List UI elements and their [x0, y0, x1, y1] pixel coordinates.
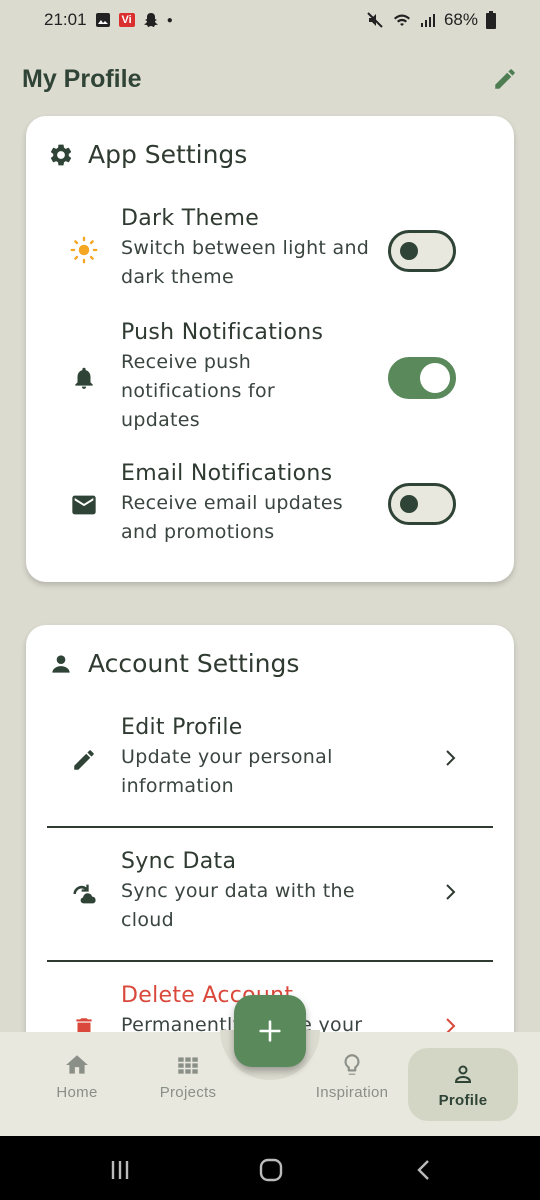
- status-left: 21:01 Vi ●: [44, 10, 173, 30]
- system-nav-bar: [0, 1136, 540, 1200]
- lightbulb-icon: [344, 1054, 360, 1075]
- signal-icon: [420, 12, 436, 28]
- nav-home-label: Home: [56, 1084, 98, 1101]
- status-right: 68%: [366, 10, 496, 30]
- nav-profile[interactable]: Profile: [408, 1048, 518, 1121]
- push-notifications-description: Receive push notifications for updates: [121, 351, 276, 431]
- person-outline-icon: [454, 1065, 472, 1083]
- email-notifications-description: Receive email updates and promotions: [121, 492, 344, 543]
- sync-data-title: Sync Data: [121, 849, 237, 874]
- divider: [47, 960, 493, 962]
- toggle-knob: [420, 363, 450, 393]
- nav-profile-label: Profile: [438, 1092, 488, 1109]
- grid-icon: [178, 1057, 198, 1074]
- person-icon: [48, 651, 74, 677]
- snapchat-icon: [143, 12, 159, 28]
- wifi-icon: [392, 12, 412, 28]
- bell-icon: [70, 364, 98, 392]
- setting-push-notifications: Push Notifications Receive push notifica…: [26, 318, 514, 438]
- email-notifications-toggle[interactable]: [388, 483, 456, 525]
- status-bar: 21:01 Vi ● 68%: [0, 0, 540, 40]
- dark-theme-toggle[interactable]: [388, 230, 456, 272]
- vi-app-icon: Vi: [118, 13, 135, 27]
- pencil-icon: [70, 746, 98, 774]
- app-settings-header: App Settings: [48, 140, 247, 169]
- sync-data-description: Sync your data with the cloud: [121, 880, 355, 931]
- push-notifications-text: Push Notifications Receive push notifica…: [121, 318, 351, 435]
- edit-profile-description: Update your personal information: [121, 746, 333, 797]
- account-item-edit-profile[interactable]: Edit Profile Update your personal inform…: [26, 713, 514, 803]
- chevron-right-icon: [446, 750, 456, 766]
- back-icon[interactable]: [410, 1156, 438, 1184]
- status-time: 21:01: [44, 10, 87, 29]
- sun-icon: [70, 236, 98, 264]
- email-notifications-text: Email Notifications Receive email update…: [121, 459, 366, 547]
- sync-data-text: Sync Data Sync your data with the cloud: [121, 847, 381, 935]
- gear-icon: [48, 142, 74, 168]
- account-settings-title: Account Settings: [88, 649, 300, 678]
- setting-dark-theme: Dark Theme Switch between light and dark…: [26, 204, 514, 294]
- edit-profile-pencil-icon[interactable]: [490, 64, 520, 94]
- nav-projects-label: Projects: [159, 1084, 217, 1101]
- battery-percent: 68%: [443, 10, 478, 29]
- notification-dot-icon: ●: [166, 14, 173, 26]
- page-title: My Profile: [22, 64, 142, 93]
- push-notifications-title: Push Notifications: [121, 320, 324, 345]
- cloud-sync-icon: [70, 880, 98, 908]
- dark-theme-description: Switch between light and dark theme: [121, 237, 370, 288]
- add-fab-button[interactable]: [234, 995, 306, 1067]
- toggle-knob: [400, 242, 418, 260]
- recents-icon[interactable]: [106, 1156, 134, 1184]
- email-notifications-title: Email Notifications: [121, 461, 333, 486]
- toggle-knob: [400, 495, 418, 513]
- setting-email-notifications: Email Notifications Receive email update…: [26, 459, 514, 549]
- nav-home[interactable]: Home: [22, 1052, 132, 1122]
- edit-profile-text: Edit Profile Update your personal inform…: [121, 713, 381, 801]
- nav-projects[interactable]: Projects: [133, 1052, 243, 1122]
- plus-icon: [259, 1020, 281, 1042]
- home-icon: [66, 1055, 88, 1074]
- push-notifications-toggle[interactable]: [388, 357, 456, 399]
- account-settings-header: Account Settings: [48, 649, 299, 678]
- chevron-right-icon: [446, 884, 456, 900]
- nav-inspiration[interactable]: Inspiration: [297, 1052, 407, 1122]
- gallery-icon: [95, 12, 111, 28]
- divider: [47, 826, 493, 828]
- mail-icon: [70, 491, 98, 519]
- app-settings-card: App Settings Dark Theme Switch between l…: [26, 116, 514, 582]
- dark-theme-title: Dark Theme: [121, 206, 260, 231]
- app-header: My Profile: [0, 46, 540, 112]
- edit-profile-title: Edit Profile: [121, 715, 243, 740]
- account-item-sync-data[interactable]: Sync Data Sync your data with the cloud: [26, 847, 514, 937]
- dark-theme-text: Dark Theme Switch between light and dark…: [121, 204, 381, 292]
- home-circle-icon[interactable]: [257, 1156, 285, 1184]
- app-settings-title: App Settings: [88, 140, 248, 169]
- mute-icon: [366, 11, 384, 29]
- battery-icon: [486, 11, 496, 29]
- nav-inspiration-label: Inspiration: [315, 1084, 389, 1101]
